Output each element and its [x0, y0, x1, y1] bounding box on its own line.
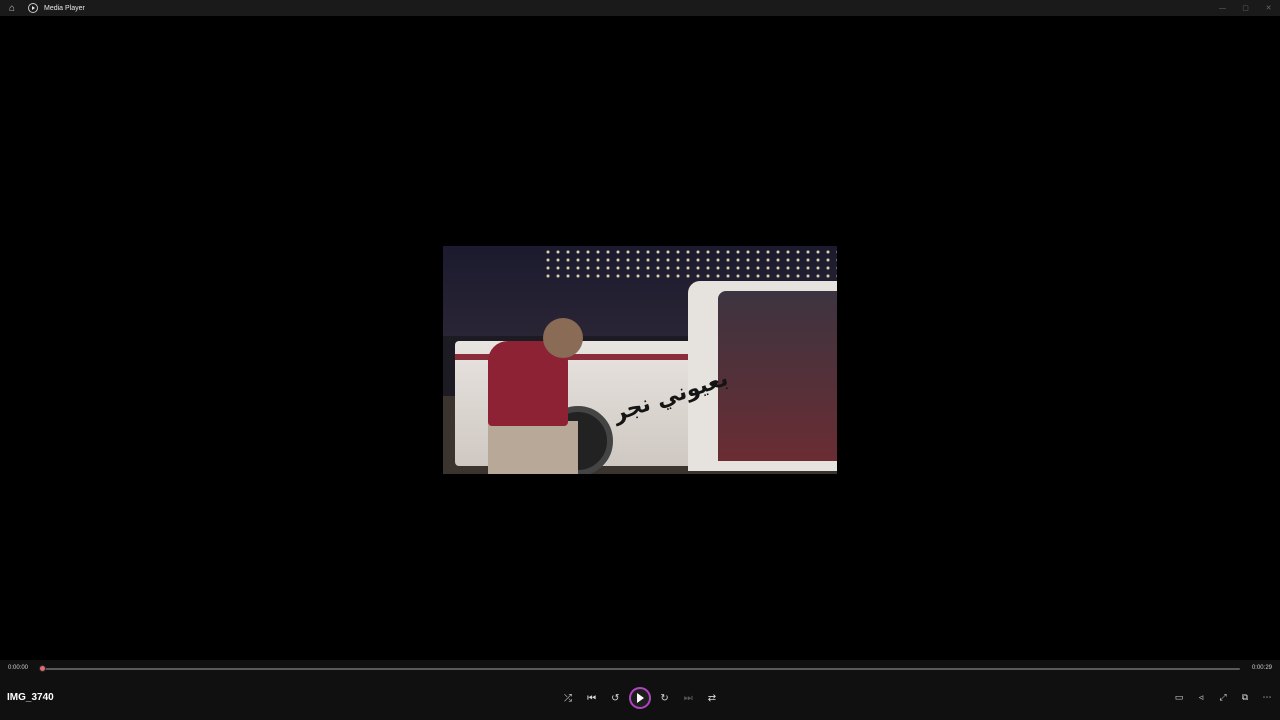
skip-forward-30-icon[interactable]: ↻ — [655, 688, 675, 708]
more-options-icon[interactable]: ⋯ — [1256, 688, 1278, 708]
fullscreen-icon[interactable]: ⤢ — [1212, 688, 1234, 708]
playback-controls-bar: 0:00:00 0:00:29 IMG_3740 ⤮ ⏮ ↺ ↻ ⏭ ⇄ ▭ ◃… — [0, 660, 1280, 720]
title-bar: ⌂ Media Player — ▢ ✕ — [0, 0, 1280, 16]
shuffle-icon[interactable]: ⤮ — [558, 688, 578, 708]
maximize-button[interactable]: ▢ — [1234, 0, 1257, 16]
skip-back-10-icon[interactable]: ↺ — [605, 688, 625, 708]
minimize-button[interactable]: — — [1211, 0, 1234, 16]
video-frame[interactable]: بعيوني نجر — [443, 246, 837, 474]
video-area[interactable]: بعيوني نجر — [0, 16, 1280, 660]
close-button[interactable]: ✕ — [1257, 0, 1280, 16]
next-icon[interactable]: ⏭ — [678, 688, 698, 708]
transport-controls: ⤮ ⏮ ↺ ↻ ⏭ ⇄ — [558, 686, 722, 710]
current-time: 0:00:00 — [8, 665, 29, 671]
media-title: IMG_3740 — [7, 692, 54, 703]
volume-icon[interactable]: ◃ — [1190, 688, 1212, 708]
repeat-icon[interactable]: ⇄ — [702, 688, 722, 708]
video-person-head — [543, 318, 583, 358]
miniplayer-icon[interactable]: ⧉ — [1234, 688, 1256, 708]
seek-thumb[interactable] — [39, 665, 46, 672]
video-person-legs — [488, 421, 578, 474]
previous-icon[interactable]: ⏮ — [582, 688, 602, 708]
home-icon[interactable]: ⌂ — [0, 0, 24, 16]
window-controls: — ▢ ✕ — [1211, 0, 1280, 16]
video-truck-cab-interior — [718, 291, 837, 461]
view-controls: ▭ ◃ ⤢ ⧉ ⋯ — [1168, 688, 1278, 708]
media-player-app-icon — [28, 3, 38, 13]
total-time: 0:00:29 — [1251, 665, 1272, 671]
video-scene-lights — [543, 248, 837, 278]
play-button[interactable] — [628, 687, 651, 709]
app-title: Media Player — [44, 4, 85, 12]
subtitles-icon[interactable]: ▭ — [1168, 688, 1190, 708]
seek-bar[interactable] — [39, 665, 1240, 672]
